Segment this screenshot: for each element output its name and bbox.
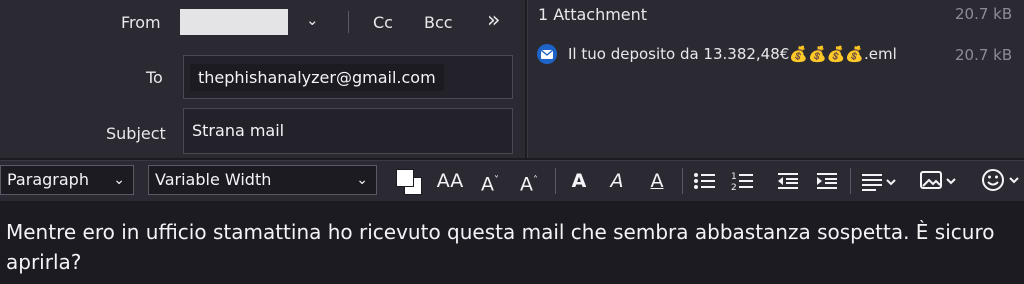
- indent-icon[interactable]: [815, 170, 839, 192]
- cc-button[interactable]: Cc: [373, 13, 393, 32]
- chevron-down-icon: ⌄: [356, 172, 368, 188]
- font-size-larger-icon[interactable]: A˄: [515, 170, 543, 195]
- text-color-icon[interactable]: [394, 167, 428, 195]
- font-family-select[interactable]: Variable Width ⌄: [148, 165, 377, 195]
- outdent-icon[interactable]: [776, 170, 800, 192]
- subject-input[interactable]: Strana mail: [192, 121, 284, 140]
- toolbar-separator: [850, 168, 851, 194]
- font-size-smaller-step-icon[interactable]: A˅: [476, 170, 504, 195]
- bcc-button[interactable]: Bcc: [424, 13, 453, 32]
- bullet-list-icon[interactable]: [693, 170, 717, 192]
- more-recipients-icon[interactable]: »: [487, 8, 500, 33]
- svg-text:1: 1: [731, 172, 737, 182]
- from-identity-redacted[interactable]: [180, 9, 288, 35]
- toolbar-separator: [555, 168, 556, 194]
- from-label: From: [121, 13, 161, 32]
- insert-emoji-icon[interactable]: [980, 167, 1024, 195]
- email-file-icon: [536, 43, 558, 65]
- toolbar-separator: [682, 168, 683, 194]
- align-menu-icon[interactable]: [861, 170, 905, 192]
- message-body-editor[interactable]: Mentre ero in ufficio stamattina ho rice…: [0, 203, 1024, 284]
- paragraph-format-select[interactable]: Paragraph ⌄: [0, 165, 134, 195]
- chevron-down-icon: ⌄: [113, 172, 125, 188]
- numbered-list-icon[interactable]: 12: [731, 170, 755, 193]
- attachment-name[interactable]: Il tuo deposito da 13.382,48€💰💰💰💰.eml: [568, 45, 897, 63]
- attachment-total-size: 20.7 kB: [955, 5, 1013, 23]
- svg-text:2: 2: [731, 183, 737, 192]
- italic-icon[interactable]: A: [604, 170, 630, 192]
- header-separator: [348, 11, 349, 33]
- recipient-pill[interactable]: thephishanalyzer@gmail.com: [190, 64, 444, 91]
- underline-icon[interactable]: A: [644, 170, 670, 192]
- from-dropdown-chevron-icon[interactable]: ⌄: [306, 11, 319, 29]
- message-body-text: Mentre ero in ufficio stamattina ho rice…: [6, 220, 995, 274]
- attachment-size: 20.7 kB: [955, 46, 1013, 64]
- insert-image-icon[interactable]: [919, 169, 965, 193]
- font-size-smaller-icon[interactable]: AA: [436, 170, 464, 192]
- bold-icon[interactable]: A: [566, 170, 592, 192]
- subject-label: Subject: [106, 124, 166, 143]
- font-family-value: Variable Width: [155, 170, 272, 189]
- to-label: To: [146, 68, 163, 87]
- paragraph-format-value: Paragraph: [7, 170, 89, 189]
- attachment-summary[interactable]: 1 Attachment: [538, 5, 647, 24]
